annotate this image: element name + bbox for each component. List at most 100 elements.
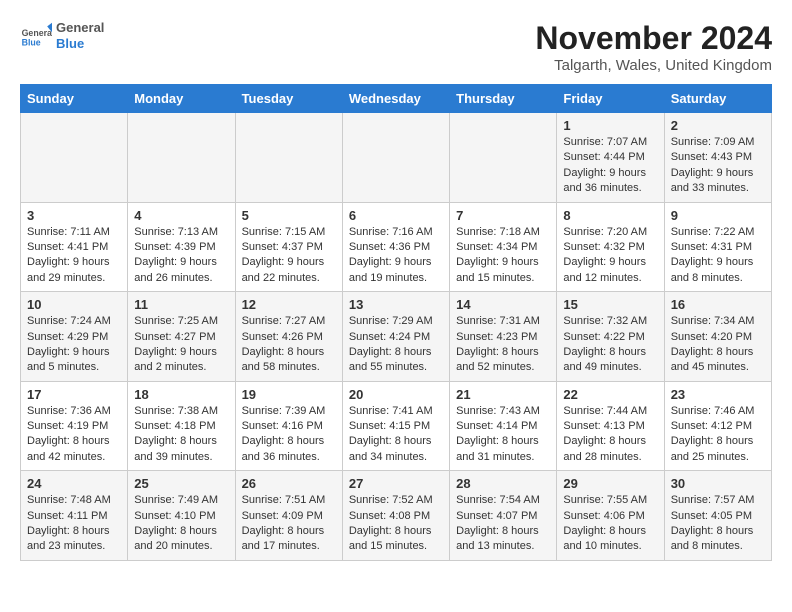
day-number: 18 [134,387,228,402]
calendar-cell: 8 Sunrise: 7:20 AM Sunset: 4:32 PM Daylig… [557,202,664,292]
calendar-cell: 25 Sunrise: 7:49 AM Sunset: 4:10 PM Dayli… [128,471,235,561]
calendar-cell: 29Sunrise: 7:55 AM Sunset: 4:06 PM Dayli… [557,471,664,561]
day-info: Sunrise: 7:46 AM Sunset: 4:12 PM Dayligh… [671,404,765,466]
day-info: Sunrise: 7:07 AM Sunset: 4:44 PM Dayligh… [563,135,657,197]
calendar-cell: 5 Sunrise: 7:15 AM Sunset: 4:37 PM Daylig… [235,202,342,292]
day-info: Sunrise: 7:48 AM Sunset: 4:11 PM Dayligh… [27,493,121,555]
calendar-cell: 4 Sunrise: 7:13 AM Sunset: 4:39 PM Daylig… [128,202,235,292]
calendar-cell: 16 Sunrise: 7:34 AM Sunset: 4:20 PM Dayli… [664,292,771,382]
day-info: Sunrise: 7:16 AM Sunset: 4:36 PM Dayligh… [349,225,443,287]
day-number: 8 [563,208,657,223]
day-info: Sunrise: 7:54 AM Sunset: 4:07 PM Dayligh… [456,493,550,555]
calendar-cell [235,113,342,203]
day-number: 4 [134,208,228,223]
day-info: Sunrise: 7:44 AM Sunset: 4:13 PM Dayligh… [563,404,657,466]
day-number: 23 [671,387,765,402]
day-number: 9 [671,208,765,223]
day-number: 1 [563,118,657,133]
calendar-cell: 18 Sunrise: 7:38 AM Sunset: 4:18 PM Dayli… [128,381,235,471]
calendar-cell: 22 Sunrise: 7:44 AM Sunset: 4:13 PM Dayli… [557,381,664,471]
day-header-wednesday: Wednesday [342,85,449,113]
calendar-body: 1 Sunrise: 7:07 AM Sunset: 4:44 PM Daylig… [21,113,772,561]
day-info: Sunrise: 7:31 AM Sunset: 4:23 PM Dayligh… [456,314,550,376]
day-info: Sunrise: 7:09 AM Sunset: 4:43 PM Dayligh… [671,135,765,197]
day-number: 3 [27,208,121,223]
calendar-header: SundayMondayTuesdayWednesdayThursdayFrid… [21,85,772,113]
calendar-cell: 15 Sunrise: 7:32 AM Sunset: 4:22 PM Dayli… [557,292,664,382]
day-number: 13 [349,297,443,312]
day-info: Sunrise: 7:38 AM Sunset: 4:18 PM Dayligh… [134,404,228,466]
day-number: 24 [27,476,121,491]
day-number: 28 [456,476,550,491]
day-header-tuesday: Tuesday [235,85,342,113]
calendar-cell: 9 Sunrise: 7:22 AM Sunset: 4:31 PM Daylig… [664,202,771,292]
day-info: Sunrise: 7:52 AM Sunset: 4:08 PM Dayligh… [349,493,443,555]
day-info: Sunrise: 7:18 AM Sunset: 4:34 PM Dayligh… [456,225,550,287]
day-number: 27 [349,476,443,491]
day-info: Sunrise: 7:39 AM Sunset: 4:16 PM Dayligh… [242,404,336,466]
calendar-cell: 13 Sunrise: 7:29 AM Sunset: 4:24 PM Dayli… [342,292,449,382]
page-header: General Blue General Blue November 2024 … [20,20,772,74]
day-header-thursday: Thursday [450,85,557,113]
day-info: Sunrise: 7:34 AM Sunset: 4:20 PM Dayligh… [671,314,765,376]
day-info: Sunrise: 7:36 AM Sunset: 4:19 PM Dayligh… [27,404,121,466]
day-info: Sunrise: 7:49 AM Sunset: 4:10 PM Dayligh… [134,493,228,555]
day-number: 15 [563,297,657,312]
day-info: Sunrise: 7:32 AM Sunset: 4:22 PM Dayligh… [563,314,657,376]
day-number: 30 [671,476,765,491]
day-info: Sunrise: 7:22 AM Sunset: 4:31 PM Dayligh… [671,225,765,287]
day-info: Sunrise: 7:15 AM Sunset: 4:37 PM Dayligh… [242,225,336,287]
calendar-cell: 6 Sunrise: 7:16 AM Sunset: 4:36 PM Daylig… [342,202,449,292]
day-number: 21 [456,387,550,402]
day-info: Sunrise: 7:43 AM Sunset: 4:14 PM Dayligh… [456,404,550,466]
day-info: Sunrise: 7:11 AM Sunset: 4:41 PM Dayligh… [27,225,121,287]
calendar-cell: 7Sunrise: 7:18 AM Sunset: 4:34 PM Daylig… [450,202,557,292]
calendar-cell: 17Sunrise: 7:36 AM Sunset: 4:19 PM Dayli… [21,381,128,471]
day-header-friday: Friday [557,85,664,113]
calendar-cell [450,113,557,203]
day-number: 20 [349,387,443,402]
calendar-cell [21,113,128,203]
day-info: Sunrise: 7:20 AM Sunset: 4:32 PM Dayligh… [563,225,657,287]
calendar-cell: 1 Sunrise: 7:07 AM Sunset: 4:44 PM Daylig… [557,113,664,203]
calendar-cell: 21 Sunrise: 7:43 AM Sunset: 4:14 PM Dayli… [450,381,557,471]
day-number: 14 [456,297,550,312]
calendar-cell: 12 Sunrise: 7:27 AM Sunset: 4:26 PM Dayli… [235,292,342,382]
svg-text:General: General [22,28,52,38]
month-year: November 2024 [535,20,772,57]
calendar-cell [128,113,235,203]
day-number: 10 [27,297,121,312]
day-info: Sunrise: 7:13 AM Sunset: 4:39 PM Dayligh… [134,225,228,287]
day-number: 12 [242,297,336,312]
calendar-cell: 24 Sunrise: 7:48 AM Sunset: 4:11 PM Dayli… [21,471,128,561]
day-number: 6 [349,208,443,223]
day-number: 5 [242,208,336,223]
logo-blue-text: Blue [56,36,104,52]
day-info: Sunrise: 7:24 AM Sunset: 4:29 PM Dayligh… [27,314,121,376]
calendar-cell: 11 Sunrise: 7:25 AM Sunset: 4:27 PM Dayli… [128,292,235,382]
logo-icon: General Blue [20,20,52,52]
logo: General Blue General Blue [20,20,104,52]
day-info: Sunrise: 7:25 AM Sunset: 4:27 PM Dayligh… [134,314,228,376]
day-number: 29 [563,476,657,491]
calendar-cell: 10 Sunrise: 7:24 AM Sunset: 4:29 PM Dayli… [21,292,128,382]
day-number: 25 [134,476,228,491]
day-number: 22 [563,387,657,402]
calendar-cell: 19Sunrise: 7:39 AM Sunset: 4:16 PM Dayli… [235,381,342,471]
day-number: 2 [671,118,765,133]
day-info: Sunrise: 7:27 AM Sunset: 4:26 PM Dayligh… [242,314,336,376]
calendar-cell: 23 Sunrise: 7:46 AM Sunset: 4:12 PM Dayli… [664,381,771,471]
day-info: Sunrise: 7:51 AM Sunset: 4:09 PM Dayligh… [242,493,336,555]
day-info: Sunrise: 7:29 AM Sunset: 4:24 PM Dayligh… [349,314,443,376]
calendar-cell: 14 Sunrise: 7:31 AM Sunset: 4:23 PM Dayli… [450,292,557,382]
day-number: 11 [134,297,228,312]
calendar-cell: 27 Sunrise: 7:52 AM Sunset: 4:08 PM Dayli… [342,471,449,561]
day-header-monday: Monday [128,85,235,113]
day-number: 16 [671,297,765,312]
logo-general-text: General [56,20,104,36]
day-header-saturday: Saturday [664,85,771,113]
title-block: November 2024 Talgarth, Wales, United Ki… [535,20,772,74]
calendar-cell [342,113,449,203]
day-number: 26 [242,476,336,491]
calendar-cell: 28 Sunrise: 7:54 AM Sunset: 4:07 PM Dayli… [450,471,557,561]
